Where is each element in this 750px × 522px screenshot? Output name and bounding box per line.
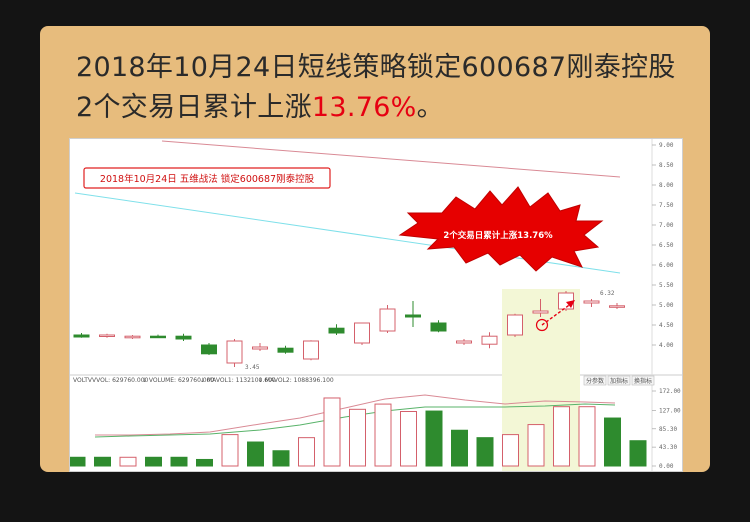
candle-body [583,300,600,304]
volume-bar [425,410,443,467]
volume-series [70,397,647,467]
mavol2-readout: ↓ MAVOL2: 1088396.100 [258,377,334,384]
volume-tick-label: 85.30 [659,426,677,433]
candle-body [405,314,421,318]
high-price-label: 6.32 [600,290,615,297]
volume-bar [272,450,290,467]
indicator-name: VOLTV [73,377,93,384]
volume-bar [604,417,621,467]
burst-shape [398,186,604,272]
headline-line1: 2018年10月24日短线策略锁定600687刚泰控股 [76,52,676,83]
price-tick-label: 7.00 [659,222,674,229]
volume-bar [451,429,468,467]
candle-body [277,347,294,353]
price-axis: 9.00 8.50 8.00 7.50 7.00 6.50 6.00 5.50 5.00 4.50… [652,142,674,349]
candle-body [507,314,523,336]
candle-body [481,335,498,345]
stock-chart: 9.00 8.50 8.00 7.50 7.00 6.50 6.00 5.50 5.00 4.50… [69,138,683,472]
price-tick-label: 8.00 [659,182,674,189]
price-tick-label: 4.00 [659,342,674,349]
switch-indicator-label: 换指标 [634,377,652,385]
candle-body [226,340,243,364]
candle-body [609,305,625,308]
volume-bar [349,408,366,467]
low-price-label: 3.45 [245,364,260,371]
burst-label: 2个交易日累计上涨13.76% [443,230,553,241]
candle-body [328,327,345,334]
headline-line2-prefix: 2个交易日累计上涨 [76,92,312,123]
volume-bar [578,406,596,467]
price-tick-label: 6.00 [659,262,674,269]
volume-bar [70,456,86,467]
candle-body [175,335,192,340]
volume-bar [323,397,341,467]
volume-bar [374,403,392,467]
volume-bar [145,456,162,467]
strategy-label: 2018年10月24日 五维战法 锁定600687刚泰控股 [100,173,315,185]
price-tick-label: 8.50 [659,162,674,169]
volume-axis: 172.00 127.00 85.30 43.30 0.00 [652,388,681,470]
volume-bar [247,441,264,467]
candle-body [252,346,268,350]
volume-bar [553,406,570,467]
volume-bar [221,434,239,467]
volume-bar [170,456,188,467]
volume-bar [196,458,213,467]
volume-tick-label: 172.00 [659,388,681,395]
headline-line2: 2个交易日累计上涨13.76%。 [76,88,686,128]
volume-tick-label: 0.00 [659,463,674,470]
price-tick-label: 7.50 [659,202,674,209]
price-tick-label: 4.50 [659,322,674,329]
param-button-label: 分参数 [586,377,604,385]
headline: 2018年10月24日短线策略锁定600687刚泰控股 2个交易日累计上涨13.… [76,48,686,128]
volume-tick-label: 127.00 [659,408,681,415]
indicator-buttons: 分参数 加指标 换指标 [583,375,655,386]
volume-bar [476,437,494,467]
candle-body [354,322,370,344]
price-tick-label: 5.00 [659,302,674,309]
price-tick-label: 5.50 [659,282,674,289]
candle-body [150,335,166,339]
chart-canvas: 9.00 8.50 8.00 7.50 7.00 6.50 6.00 5.50 5.00 4.50… [70,139,682,471]
volume-bar [629,440,647,467]
volume-bar [400,410,417,467]
volume-bar [119,456,137,467]
add-indicator-label: 加指标 [610,377,628,385]
candle-body [303,340,319,360]
volume-bar [94,456,111,467]
candle-body [430,322,447,332]
vvol-readout: VVOL: 629760.000 [92,377,149,384]
candle-body [379,308,396,332]
gain-percent: 13.76% [311,92,417,123]
candle-body [201,344,217,355]
volume-bar [527,424,545,467]
candle-body [99,334,115,337]
promo-card: 2018年10月24日短线策略锁定600687刚泰控股 2个交易日累计上涨13.… [40,26,710,472]
candle-body [456,340,472,344]
volume-bar [298,437,315,467]
candle-body [124,335,141,339]
volume-bar [502,434,519,467]
headline-line2-suffix: 。 [416,92,444,123]
price-tick-label: 6.50 [659,242,674,249]
candle-body [73,334,90,338]
volume-tick-label: 43.30 [659,444,677,451]
price-tick-label: 9.00 [659,142,674,149]
candle-body [532,310,549,314]
